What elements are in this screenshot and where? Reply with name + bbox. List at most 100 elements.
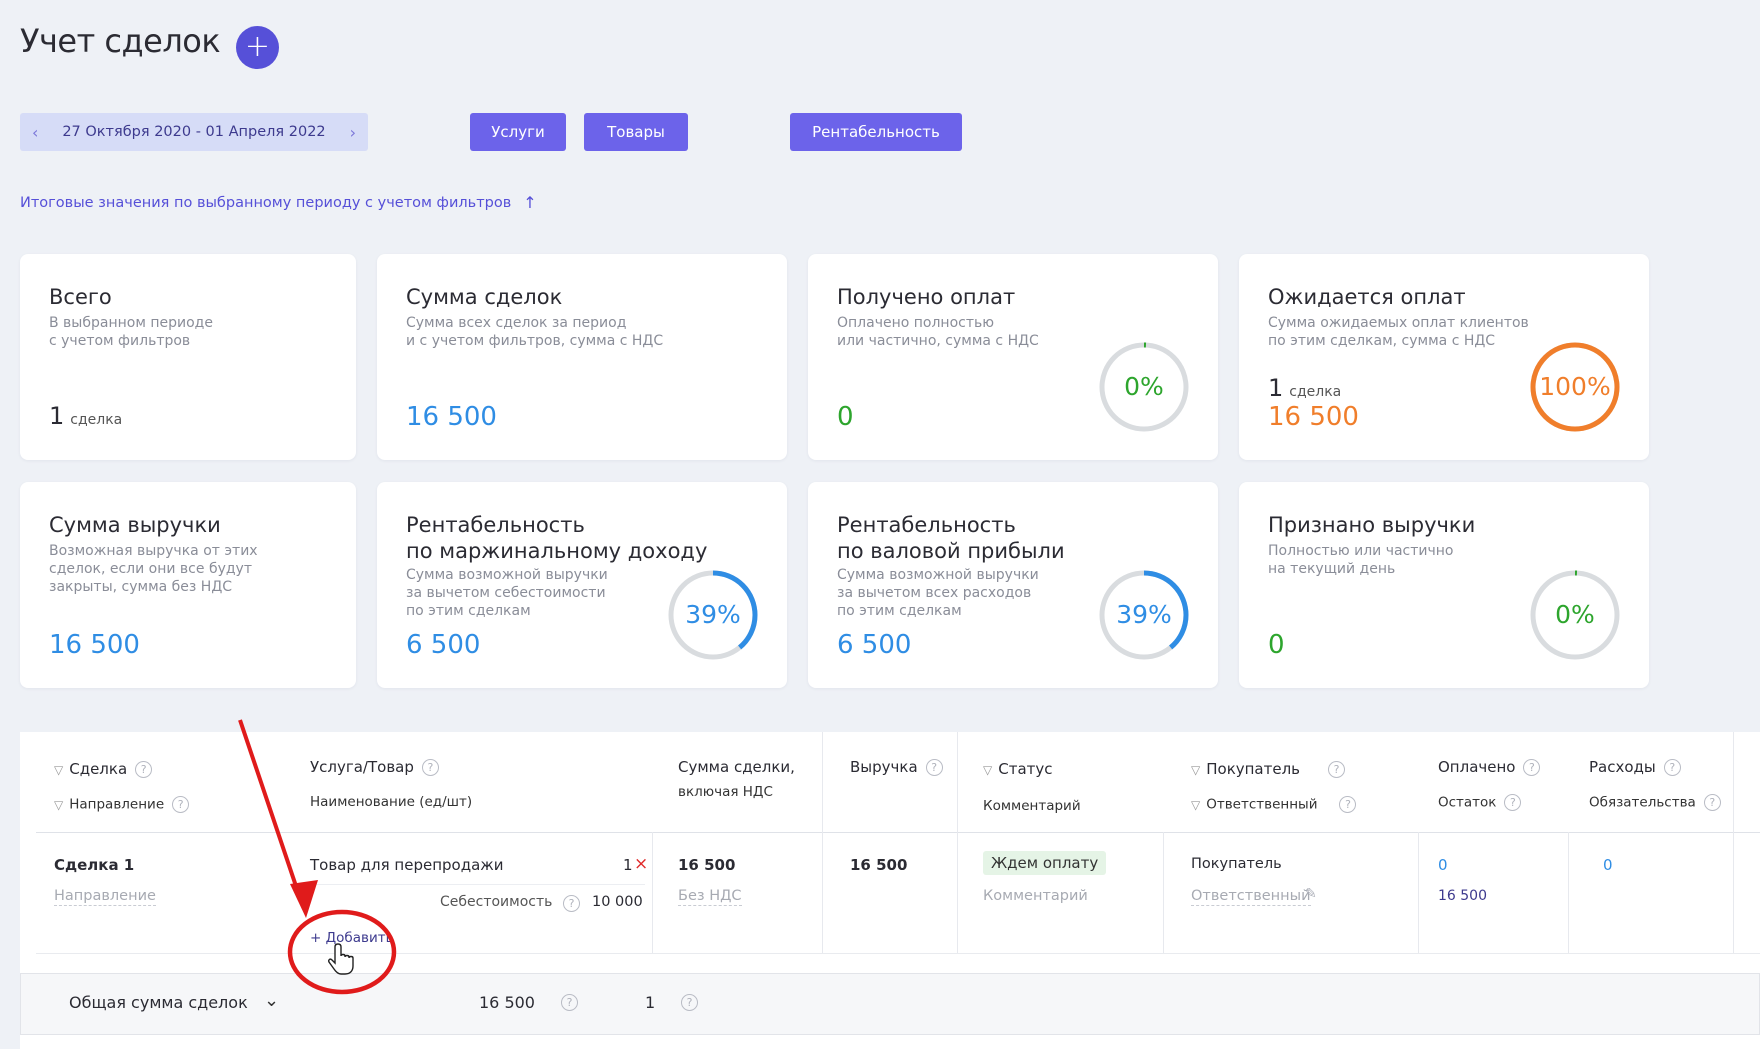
col-header-remaining: Остаток? — [1438, 794, 1522, 811]
chevron-right-icon[interactable]: › — [350, 123, 356, 142]
filter-icon[interactable]: ▽ — [54, 763, 63, 777]
product-underline — [310, 884, 645, 885]
summary-link-text[interactable]: Итоговые значения по выбранному периоду … — [20, 195, 511, 211]
chevron-down-icon[interactable]: ⌄ — [264, 990, 279, 1011]
card-title: Рентабельность по валовой прибыли — [837, 513, 1065, 563]
remove-icon[interactable]: × — [634, 854, 648, 874]
progress-ring: 0% — [1098, 341, 1190, 433]
card-margin: Рентабельность по маржинальному доходу С… — [377, 482, 787, 688]
deal-amount[interactable]: 16 500 — [678, 856, 735, 874]
card-title: Рентабельность по маржинальному доходу — [406, 513, 708, 563]
profitability-button[interactable]: Рентабельность — [790, 113, 962, 151]
filter-icon[interactable]: ▽ — [983, 763, 992, 777]
date-range-text[interactable]: 27 Октября 2020 - 01 Апреля 2022 — [62, 124, 325, 140]
card-revenue: Сумма выручки Возможная выручка от этих … — [20, 482, 356, 688]
responsible-field[interactable]: Ответственный — [1191, 888, 1311, 906]
col-header-buyer[interactable]: ▽ Покупатель? — [1191, 760, 1346, 778]
recognized-value: 0 — [1268, 630, 1285, 660]
col-header-revenue: Выручка? — [850, 758, 943, 776]
goods-button[interactable]: Товары — [584, 113, 688, 151]
edit-icon[interactable]: ✎ — [1305, 886, 1317, 902]
ring-percent: 100% — [1539, 372, 1611, 401]
col-header-direction[interactable]: ▽ Направление? — [54, 796, 190, 813]
cost-label: Себестоимость — [440, 894, 553, 910]
col-divider — [957, 732, 958, 953]
page-title: Учет сделок — [20, 22, 221, 60]
col-header-amount: Сумма сделки, — [678, 758, 795, 776]
card-title: Ожидается оплат — [1268, 285, 1466, 309]
revenue-value: 16 500 — [850, 856, 908, 874]
expected-value: 16 500 — [1268, 402, 1359, 432]
ring-percent: 0% — [1124, 372, 1164, 401]
card-subtitle: Возможная выручка от этих сделок, если о… — [49, 543, 258, 595]
help-icon[interactable]: ? — [563, 895, 580, 912]
chevron-left-icon[interactable]: ‹ — [32, 123, 38, 142]
deal-name[interactable]: Сделка 1 — [54, 856, 134, 874]
col-divider — [652, 832, 653, 953]
card-subtitle: Сумма всех сделок за период и с учетом ф… — [406, 315, 664, 349]
filter-icon[interactable]: ▽ — [1191, 798, 1200, 812]
help-icon[interactable]: ? — [1523, 759, 1541, 776]
totals-footer: Общая сумма сделок ⌄ 16 500 ? 1 ? — [20, 973, 1760, 1035]
gross-value: 6 500 — [837, 630, 912, 660]
remaining-value: 16 500 — [1438, 888, 1487, 904]
col-header-product-sub: Наименование (ед/шт) — [310, 794, 473, 810]
card-subtitle: Сумма ожидаемых оплат клиентов по этим с… — [1268, 315, 1529, 349]
deal-sum-value: 16 500 — [406, 402, 497, 432]
buyer-name[interactable]: Покупатель — [1191, 856, 1282, 872]
col-header-obligations: Обязательства? — [1589, 794, 1721, 811]
col-divider — [1163, 832, 1164, 953]
col-header-deal[interactable]: ▽ Сделка? — [54, 760, 153, 778]
filter-icon[interactable]: ▽ — [54, 798, 63, 812]
arrow-up-icon[interactable]: ↑ — [523, 193, 536, 212]
card-title: Всего — [49, 285, 112, 309]
help-icon[interactable]: ? — [561, 994, 578, 1011]
product-name[interactable]: Товар для перепродажи — [310, 856, 504, 874]
add-product-button[interactable]: + Добавить — [310, 930, 394, 946]
card-deal-sum: Сумма сделок Сумма всех сделок за период… — [377, 254, 787, 460]
comment-field[interactable]: Комментарий — [983, 888, 1088, 904]
ring-percent: 0% — [1555, 600, 1595, 629]
card-total: Всего В выбранном периоде с учетом фильт… — [20, 254, 356, 460]
product-quantity[interactable]: 1 — [623, 856, 633, 874]
received-value: 0 — [837, 402, 854, 432]
card-subtitle: Сумма возможной выручки за вычетом всех … — [837, 567, 1039, 619]
col-header-comment: Комментарий — [983, 798, 1081, 814]
status-badge[interactable]: Ждем оплату — [983, 851, 1107, 875]
cost-value[interactable]: 10 000 — [592, 894, 643, 910]
expenses-value[interactable]: 0 — [1603, 856, 1613, 874]
help-icon[interactable]: ? — [172, 796, 190, 813]
help-icon[interactable]: ? — [135, 761, 153, 778]
col-header-product: Услуга/Товар? — [310, 758, 439, 776]
progress-ring: 39% — [667, 569, 759, 661]
deal-count: 1 сделка — [49, 402, 123, 430]
help-icon[interactable]: ? — [1339, 796, 1357, 813]
progress-ring: 100% — [1529, 341, 1621, 433]
filter-icon[interactable]: ▽ — [1191, 763, 1200, 777]
help-icon[interactable]: ? — [925, 759, 943, 776]
paid-value[interactable]: 0 — [1438, 856, 1448, 874]
ring-percent: 39% — [685, 600, 741, 629]
deal-count: 1 сделка — [1268, 374, 1342, 402]
help-icon[interactable]: ? — [1328, 761, 1346, 778]
services-button[interactable]: Услуги — [470, 113, 566, 151]
add-deal-button[interactable]: + — [236, 26, 279, 69]
col-header-status[interactable]: ▽ Статус — [983, 760, 1053, 778]
help-icon[interactable]: ? — [1703, 794, 1721, 811]
vat-field[interactable]: Без НДС — [678, 888, 742, 906]
summary-toggle-link[interactable]: Итоговые значения по выбранному периоду … — [20, 193, 537, 212]
direction-field[interactable]: Направление — [54, 888, 156, 906]
totals-amount: 16 500 — [479, 993, 535, 1012]
col-header-responsible[interactable]: ▽ Ответственный? — [1191, 796, 1357, 813]
card-recognized: Признано выручки Полностью или частично … — [1239, 482, 1649, 688]
card-subtitle: В выбранном периоде с учетом фильтров — [49, 315, 213, 349]
col-header-amount-sub: включая НДС — [678, 784, 773, 800]
progress-ring: 0% — [1529, 569, 1621, 661]
help-icon[interactable]: ? — [1663, 759, 1681, 776]
help-icon[interactable]: ? — [1504, 794, 1522, 811]
card-title: Сумма выручки — [49, 513, 221, 537]
help-icon[interactable]: ? — [681, 994, 698, 1011]
date-range-picker[interactable]: ‹ 27 Октября 2020 - 01 Апреля 2022 › — [20, 113, 368, 151]
totals-label[interactable]: Общая сумма сделок — [69, 993, 248, 1012]
help-icon[interactable]: ? — [421, 759, 439, 776]
